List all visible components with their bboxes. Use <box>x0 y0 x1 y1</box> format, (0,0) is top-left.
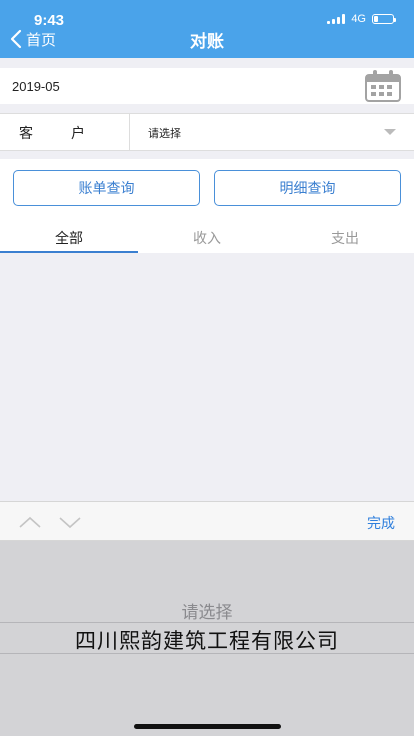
status-indicators: 4G <box>327 13 396 25</box>
divider <box>129 114 130 150</box>
signal-icon <box>327 14 346 24</box>
customer-label: 客户 <box>19 126 123 142</box>
picker-selection-line <box>0 653 414 654</box>
bill-query-button[interactable]: 账单查询 <box>13 170 200 206</box>
picker-wheel[interactable]: 请选择 四川熙韵建筑工程有限公司 <box>0 541 414 736</box>
results-area <box>0 253 414 501</box>
picker-selected-option[interactable]: 四川熙韵建筑工程有限公司 <box>0 625 414 655</box>
home-indicator <box>134 724 281 729</box>
tab-bar: 全部 收入 支出 <box>0 219 414 253</box>
picker-selection-line <box>0 622 414 623</box>
tab-income[interactable]: 收入 <box>138 219 276 253</box>
customer-field[interactable]: 客户 请选择 <box>0 113 414 151</box>
tab-all[interactable]: 全部 <box>0 219 138 253</box>
detail-query-button[interactable]: 明细查询 <box>214 170 401 206</box>
chevron-down-icon[interactable] <box>58 515 82 529</box>
chevron-down-icon[interactable] <box>384 129 396 135</box>
header-bar: 9:43 4G 首页 对账 <box>0 0 414 58</box>
done-button[interactable]: 完成 <box>367 513 395 533</box>
network-type: 4G <box>351 13 366 25</box>
query-buttons: 账单查询 明细查询 <box>0 159 414 219</box>
date-value: 2019-05 <box>12 78 60 94</box>
date-field[interactable]: 2019-05 <box>0 68 414 104</box>
customer-select-value[interactable]: 请选择 <box>148 125 181 141</box>
tab-expense[interactable]: 支出 <box>276 219 414 253</box>
page-title: 对账 <box>190 32 224 52</box>
picker-option[interactable]: 请选择 <box>0 598 414 623</box>
calendar-icon[interactable] <box>364 69 402 103</box>
picker-toolbar: 完成 <box>0 501 414 541</box>
chevron-up-icon[interactable] <box>18 515 42 529</box>
battery-icon <box>372 14 396 24</box>
battery-fill <box>374 16 378 22</box>
